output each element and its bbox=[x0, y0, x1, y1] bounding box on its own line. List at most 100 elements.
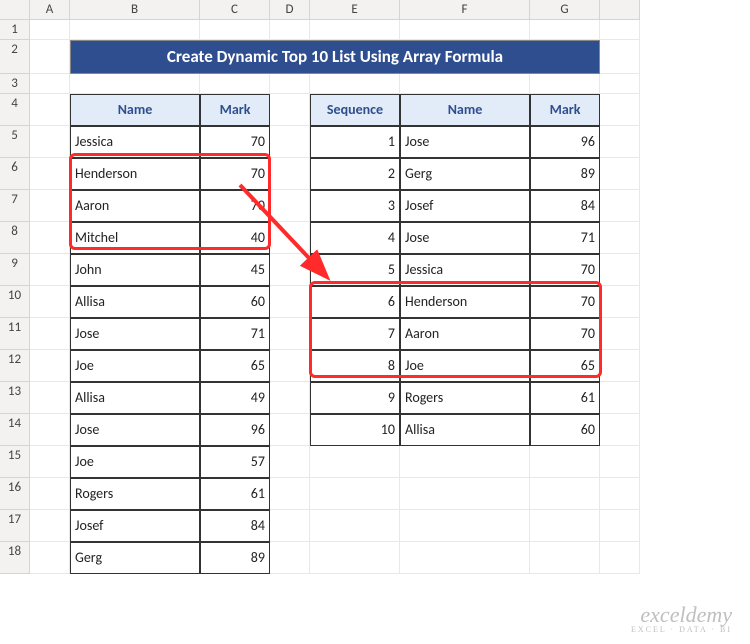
cell-x7[interactable] bbox=[600, 190, 640, 222]
left-row-4-mark[interactable]: 45 bbox=[200, 254, 270, 286]
right-row-6-name[interactable]: Aaron bbox=[400, 318, 530, 350]
cell-E18[interactable] bbox=[310, 542, 400, 574]
left-row-7-mark[interactable]: 65 bbox=[200, 350, 270, 382]
cell-x18[interactable] bbox=[600, 542, 640, 574]
cell-x11[interactable] bbox=[600, 318, 640, 350]
left-row-8-mark[interactable]: 49 bbox=[200, 382, 270, 414]
right-row-1-seq[interactable]: 2 bbox=[310, 158, 400, 190]
right-row-4-name[interactable]: Jessica bbox=[400, 254, 530, 286]
row-header-18[interactable]: 18 bbox=[0, 542, 30, 574]
cell-A10[interactable] bbox=[30, 286, 70, 318]
cell-D3[interactable] bbox=[270, 74, 310, 94]
row-header-13[interactable]: 13 bbox=[0, 382, 30, 414]
cell-D16[interactable] bbox=[270, 478, 310, 510]
cell-G15[interactable] bbox=[530, 446, 600, 478]
cell-D5[interactable] bbox=[270, 126, 310, 158]
right-row-8-mark[interactable]: 61 bbox=[530, 382, 600, 414]
row-header-2[interactable]: 2 bbox=[0, 40, 30, 74]
cell-x9[interactable] bbox=[600, 254, 640, 286]
cell-E3[interactable] bbox=[310, 74, 400, 94]
select-all-corner[interactable] bbox=[0, 0, 30, 20]
col-header-B[interactable]: B bbox=[70, 0, 200, 20]
cell-F17[interactable] bbox=[400, 510, 530, 542]
col-header-E[interactable]: E bbox=[310, 0, 400, 20]
row-header-1[interactable]: 1 bbox=[0, 20, 30, 40]
left-row-11-name[interactable]: Rogers bbox=[70, 478, 200, 510]
right-row-4-mark[interactable]: 70 bbox=[530, 254, 600, 286]
left-row-6-name[interactable]: Jose bbox=[70, 318, 200, 350]
left-row-9-name[interactable]: Jose bbox=[70, 414, 200, 446]
left-row-3-name[interactable]: Mitchel bbox=[70, 222, 200, 254]
left-row-3-mark[interactable]: 40 bbox=[200, 222, 270, 254]
right-row-3-name[interactable]: Jose bbox=[400, 222, 530, 254]
cell-D10[interactable] bbox=[270, 286, 310, 318]
cell-G16[interactable] bbox=[530, 478, 600, 510]
right-row-5-seq[interactable]: 6 bbox=[310, 286, 400, 318]
cell-B3[interactable] bbox=[70, 74, 200, 94]
row-header-14[interactable]: 14 bbox=[0, 414, 30, 446]
left-row-10-mark[interactable]: 57 bbox=[200, 446, 270, 478]
cell-A7[interactable] bbox=[30, 190, 70, 222]
cell-F15[interactable] bbox=[400, 446, 530, 478]
right-row-1-name[interactable]: Gerg bbox=[400, 158, 530, 190]
right-row-9-mark[interactable]: 60 bbox=[530, 414, 600, 446]
left-row-5-mark[interactable]: 60 bbox=[200, 286, 270, 318]
right-row-0-seq[interactable]: 1 bbox=[310, 126, 400, 158]
right-row-4-seq[interactable]: 5 bbox=[310, 254, 400, 286]
cell-C1[interactable] bbox=[200, 20, 270, 40]
cell-A18[interactable] bbox=[30, 542, 70, 574]
row-header-11[interactable]: 11 bbox=[0, 318, 30, 350]
cell-G17[interactable] bbox=[530, 510, 600, 542]
cell-G18[interactable] bbox=[530, 542, 600, 574]
right-row-7-mark[interactable]: 65 bbox=[530, 350, 600, 382]
cell-A5[interactable] bbox=[30, 126, 70, 158]
row-header-16[interactable]: 16 bbox=[0, 478, 30, 510]
right-row-3-mark[interactable]: 71 bbox=[530, 222, 600, 254]
cell-A9[interactable] bbox=[30, 254, 70, 286]
cell-x16[interactable] bbox=[600, 478, 640, 510]
cell-E16[interactable] bbox=[310, 478, 400, 510]
cell-A15[interactable] bbox=[30, 446, 70, 478]
right-header-mark[interactable]: Mark bbox=[530, 94, 600, 126]
col-header-x[interactable] bbox=[600, 0, 640, 20]
cell-A11[interactable] bbox=[30, 318, 70, 350]
right-header-name[interactable]: Name bbox=[400, 94, 530, 126]
cell-G1[interactable] bbox=[530, 20, 600, 40]
row-header-6[interactable]: 6 bbox=[0, 158, 30, 190]
right-row-8-name[interactable]: Rogers bbox=[400, 382, 530, 414]
cell-A14[interactable] bbox=[30, 414, 70, 446]
right-row-8-seq[interactable]: 9 bbox=[310, 382, 400, 414]
cell-D17[interactable] bbox=[270, 510, 310, 542]
cell-A16[interactable] bbox=[30, 478, 70, 510]
right-row-5-mark[interactable]: 70 bbox=[530, 286, 600, 318]
left-row-12-mark[interactable]: 84 bbox=[200, 510, 270, 542]
left-row-13-mark[interactable]: 89 bbox=[200, 542, 270, 574]
left-row-0-name[interactable]: Jessica bbox=[70, 126, 200, 158]
row-header-7[interactable]: 7 bbox=[0, 190, 30, 222]
left-row-12-name[interactable]: Josef bbox=[70, 510, 200, 542]
left-row-11-mark[interactable]: 61 bbox=[200, 478, 270, 510]
row-header-8[interactable]: 8 bbox=[0, 222, 30, 254]
row-header-3[interactable]: 3 bbox=[0, 74, 30, 94]
cell-D7[interactable] bbox=[270, 190, 310, 222]
right-row-9-seq[interactable]: 10 bbox=[310, 414, 400, 446]
cell-x2[interactable] bbox=[600, 40, 640, 74]
right-row-2-mark[interactable]: 84 bbox=[530, 190, 600, 222]
left-header-name[interactable]: Name bbox=[70, 94, 200, 126]
cell-x5[interactable] bbox=[600, 126, 640, 158]
cell-F18[interactable] bbox=[400, 542, 530, 574]
cell-x17[interactable] bbox=[600, 510, 640, 542]
cell-x8[interactable] bbox=[600, 222, 640, 254]
right-row-2-name[interactable]: Josef bbox=[400, 190, 530, 222]
cell-D14[interactable] bbox=[270, 414, 310, 446]
left-row-4-name[interactable]: John bbox=[70, 254, 200, 286]
left-row-7-name[interactable]: Joe bbox=[70, 350, 200, 382]
cell-x4[interactable] bbox=[600, 94, 640, 126]
right-header-seq[interactable]: Sequence bbox=[310, 94, 400, 126]
cell-D13[interactable] bbox=[270, 382, 310, 414]
row-header-10[interactable]: 10 bbox=[0, 286, 30, 318]
cell-D9[interactable] bbox=[270, 254, 310, 286]
cell-D11[interactable] bbox=[270, 318, 310, 350]
right-row-6-seq[interactable]: 7 bbox=[310, 318, 400, 350]
right-row-2-seq[interactable]: 3 bbox=[310, 190, 400, 222]
